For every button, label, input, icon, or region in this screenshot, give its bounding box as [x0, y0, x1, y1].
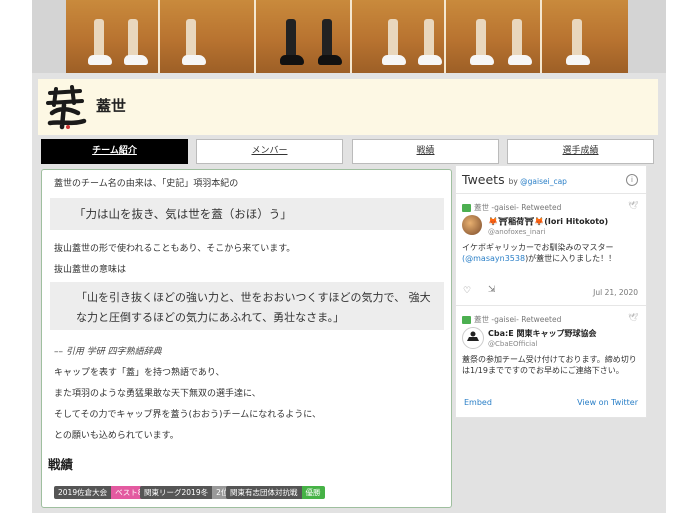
- result-badge-event: 関東有志団体対抗戦: [226, 486, 302, 499]
- tab-members[interactable]: メンバー: [196, 139, 343, 164]
- result-badge: 関東有志団体対抗戦 優勝: [226, 486, 325, 499]
- cbae-logo-icon: [467, 331, 479, 341]
- divider: [456, 305, 646, 306]
- result-badge-event: 関東リーグ2019冬: [140, 486, 213, 499]
- retweet-icon: [462, 204, 471, 212]
- team-header: 蓋世: [38, 79, 658, 135]
- body-line-3: キャップを表す「蓋」を持つ熟語であり、: [54, 368, 225, 378]
- quote-block-1: 「力は山を抜き、気は世を蓋（おほ）う」: [50, 198, 444, 230]
- tab-team-intro[interactable]: チーム紹介: [41, 139, 188, 164]
- body-line-1: 抜山蓋世の形で使われることもあり、そこから来ています。: [54, 244, 296, 254]
- timeline-title: Tweets: [462, 172, 505, 187]
- hero-banner: [32, 0, 666, 73]
- result-badge: 関東リーグ2019冬 2位: [140, 486, 233, 499]
- nav-tabs: チーム紹介 メンバー 戦績 選手成績: [41, 139, 655, 164]
- view-on-twitter-link[interactable]: View on Twitter: [577, 398, 638, 407]
- embed-link[interactable]: Embed: [464, 398, 492, 407]
- tab-results[interactable]: 戦績: [352, 139, 499, 164]
- intro-text: 蓋世のチーム名の由来は、「史記」項羽本紀の: [54, 179, 239, 189]
- twitter-timeline: Tweets by @gaisei_cap i 蓋世 -gaisei- Retw…: [455, 165, 647, 418]
- tweet-text: イケボギャリッカーでお馴染みのマスター (@masayn3538)が蓋世に入りまし…: [462, 243, 617, 263]
- result-badge-event: 2019佐倉大会: [54, 486, 112, 499]
- citation: –– 引用 学研 四字熟語辞典: [54, 347, 162, 357]
- retweet-icon: [462, 316, 471, 324]
- tweet-mention-link[interactable]: (@masayn3538: [462, 254, 525, 263]
- divider: [456, 193, 646, 194]
- body-line-4: また項羽のような勇猛果敢な天下無双の選手達に、: [54, 389, 261, 399]
- tab-player-stats[interactable]: 選手成績: [507, 139, 654, 164]
- tweet-author-name[interactable]: 🦊⛩稲荷⛩🦊(Iori Hitokoto): [488, 216, 608, 227]
- tweet-date[interactable]: Jul 21, 2020: [593, 288, 638, 297]
- team-intro-panel: 蓋世のチーム名の由来は、「史記」項羽本紀の 「力は山を抜き、気は世を蓋（おほ）う…: [41, 169, 452, 508]
- team-name: 蓋世: [96, 97, 127, 115]
- hero-image: [66, 0, 628, 73]
- retweet-label: 蓋世 -gaisei- Retweeted: [462, 202, 561, 213]
- result-badge: 2019佐倉大会 ベスト8: [54, 486, 147, 499]
- timeline-handle-link[interactable]: @gaisei_cap: [520, 177, 567, 186]
- body-line-5: そしてその力でキャップ界を蓋う(おおう)チームになれるように、: [54, 410, 321, 420]
- timeline-by: by: [508, 177, 518, 186]
- team-logo-icon: [46, 85, 87, 130]
- tweet-author-name[interactable]: Cba:E 関東キャップ野球協会: [488, 328, 596, 339]
- info-icon[interactable]: i: [626, 174, 638, 186]
- avatar[interactable]: [462, 215, 482, 235]
- body-line-6: との願いも込められています。: [54, 431, 179, 441]
- tweet-author-handle[interactable]: @anofoxes_inari: [488, 228, 545, 236]
- quote-block-2: 「山を引き抜くほどの強い力と、世をおおいつくすほどの気力で、 強大な力と圧倒する…: [50, 282, 444, 330]
- retweet-label: 蓋世 -gaisei- Retweeted: [462, 314, 561, 325]
- avatar[interactable]: [462, 327, 484, 349]
- share-icon[interactable]: ⇲: [488, 285, 496, 295]
- twitter-bird-icon: 🕊: [628, 201, 639, 210]
- timeline-header: Tweets by @gaisei_cap: [462, 172, 567, 187]
- tweet-text: 蓋祭の参加チーム受け付けております。締め切りは1/19までですのでお早めにご連絡…: [462, 355, 637, 375]
- body-line-2: 抜山蓋世の意味は: [54, 265, 127, 275]
- heart-icon[interactable]: ♡: [463, 286, 471, 296]
- twitter-bird-icon: 🕊: [628, 313, 639, 322]
- results-heading: 戦績: [48, 457, 74, 472]
- tweet-author-handle[interactable]: @CbaEOfficial: [488, 340, 537, 348]
- result-badge-result: 優勝: [301, 486, 325, 499]
